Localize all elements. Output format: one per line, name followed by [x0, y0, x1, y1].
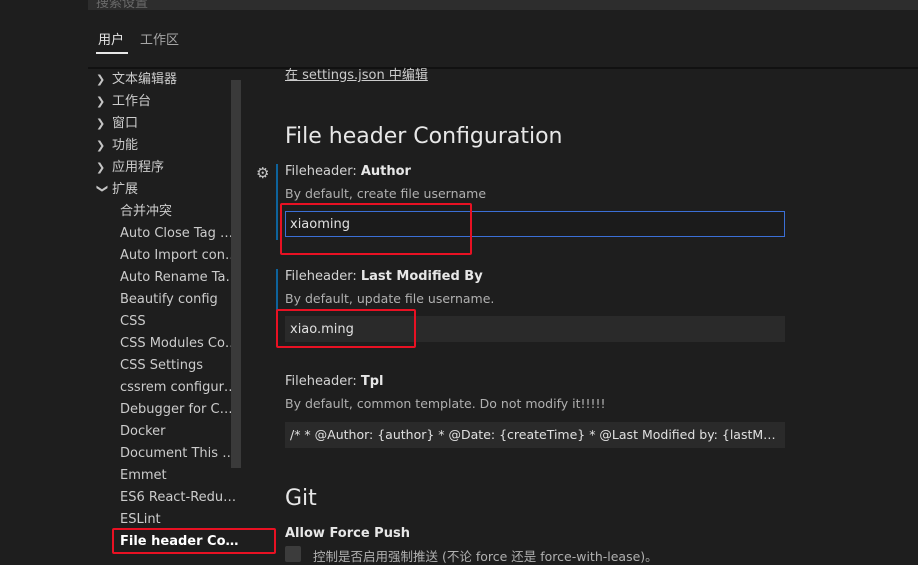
toc-child-document-this[interactable]: Document This con...	[120, 443, 240, 465]
toc-item-extensions[interactable]: ❯ 扩展	[96, 179, 236, 201]
setting-label-force-push: Allow Force Push	[285, 526, 410, 541]
modified-indicator-author	[276, 164, 278, 240]
toc-child-css-modules[interactable]: CSS Modules Confi...	[120, 333, 240, 355]
setting-desc-last-modified: By default, update file username.	[285, 291, 495, 306]
search-placeholder: 搜索设置	[96, 0, 149, 10]
toc-item-application[interactable]: ❯ 应用程序	[96, 157, 236, 179]
toc-child-css-settings[interactable]: CSS Settings	[120, 355, 240, 377]
settings-search-bar[interactable]: 搜索设置	[88, 0, 918, 10]
tab-workspace[interactable]: 工作区	[140, 29, 179, 48]
toc-child-emmet[interactable]: Emmet	[120, 465, 240, 487]
force-push-checkbox[interactable]	[285, 546, 301, 562]
section-title-file-header: File header Configuration	[285, 124, 563, 149]
toc-child-auto-rename-tag[interactable]: Auto Rename Tag c...	[120, 267, 240, 289]
toc-scrollbar[interactable]	[231, 80, 241, 468]
active-tab-indicator	[96, 52, 128, 54]
gear-icon[interactable]: ⚙	[256, 165, 272, 181]
chevron-down-icon: ❯	[96, 184, 109, 194]
toc-item-text-editor[interactable]: ❯ 文本编辑器	[96, 69, 236, 91]
toc-child-merge-conflict[interactable]: 合并冲突	[120, 201, 240, 223]
highlight-box-last-modified	[276, 309, 416, 348]
settings-toc: ❯ 文本编辑器 ❯ 工作台 ❯ 窗口 ❯ 功能 ❯ 应用程序 ❯ 扩展 合并冲突 Auto …	[88, 69, 243, 556]
toc-item-features[interactable]: ❯ 功能	[96, 135, 236, 157]
chevron-right-icon: ❯	[96, 139, 106, 152]
editor-left-area	[0, 0, 88, 556]
edit-in-settings-json-link[interactable]: 在 settings.json 中编辑	[285, 64, 428, 83]
chevron-right-icon: ❯	[96, 117, 106, 130]
highlight-box-author	[280, 203, 472, 255]
toc-item-window[interactable]: ❯ 窗口	[96, 113, 236, 135]
setting-label-tpl: Fileheader: Tpl	[285, 374, 384, 389]
toc-child-auto-import[interactable]: Auto Import config...	[120, 245, 240, 267]
toc-child-cssrem[interactable]: cssrem configuration	[120, 377, 240, 399]
toc-child-debugger-chrome[interactable]: Debugger for Chro...	[120, 399, 240, 421]
setting-desc-author: By default, create file username	[285, 186, 487, 201]
toc-child-beautify[interactable]: Beautify config	[120, 289, 240, 311]
toc-child-docker[interactable]: Docker	[120, 421, 240, 443]
setting-label-last-modified: Fileheader: Last Modified By	[285, 269, 483, 284]
toc-child-auto-close-tag[interactable]: Auto Close Tag con...	[120, 223, 240, 245]
toc-child-es6-react-redux[interactable]: ES6 React-Redux S...	[120, 487, 240, 509]
tab-user[interactable]: 用户	[98, 29, 124, 48]
toc-item-workbench[interactable]: ❯ 工作台	[96, 91, 236, 113]
chevron-right-icon: ❯	[96, 95, 106, 108]
setting-desc-tpl: By default, common template. Do not modi…	[285, 396, 606, 411]
chevron-right-icon: ❯	[96, 161, 106, 174]
tpl-input[interactable]: /* * @Author: {author} * @Date: {createT…	[285, 422, 785, 448]
highlight-box-toc	[112, 528, 276, 554]
toc-child-css[interactable]: CSS	[120, 311, 240, 333]
section-title-git: Git	[285, 486, 317, 511]
chevron-right-icon: ❯	[96, 73, 106, 86]
setting-label-author: Fileheader: Author	[285, 164, 411, 179]
